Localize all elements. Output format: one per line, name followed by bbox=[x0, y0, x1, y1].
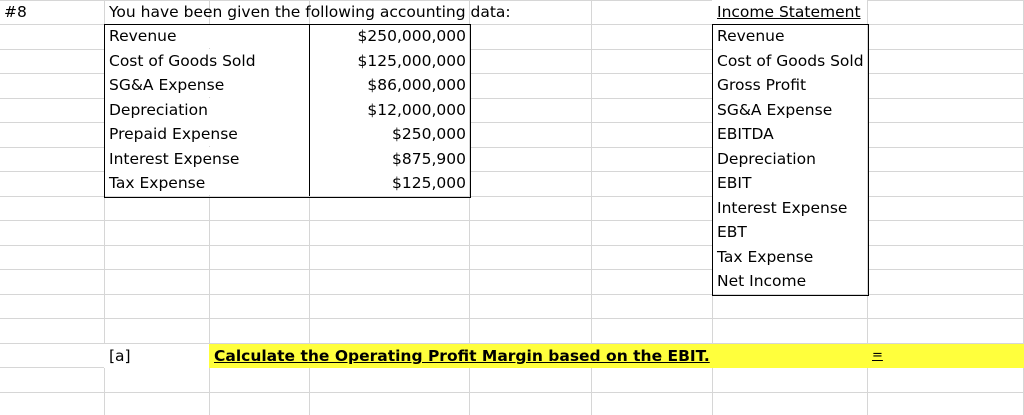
problem-number[interactable]: #8 bbox=[0, 0, 104, 24]
row-gridline bbox=[0, 269, 1024, 270]
income-statement-title[interactable]: Income Statement bbox=[712, 0, 867, 24]
accounting-data-border bbox=[104, 24, 471, 198]
question-label[interactable]: [a] bbox=[104, 344, 209, 368]
income-statement-border bbox=[712, 24, 869, 296]
row-gridline bbox=[0, 294, 1024, 295]
row-gridline bbox=[0, 245, 1024, 246]
row-gridline bbox=[0, 318, 1024, 319]
answer-cell[interactable]: = bbox=[872, 344, 883, 368]
row-gridline bbox=[0, 392, 1024, 393]
row-gridline bbox=[0, 220, 1024, 221]
question-text[interactable]: Calculate the Operating Profit Margin ba… bbox=[214, 344, 710, 368]
spreadsheet-grid: #8 You have been given the following acc… bbox=[0, 0, 1024, 415]
intro-text[interactable]: You have been given the following accoun… bbox=[104, 0, 534, 24]
accounting-data-divider bbox=[309, 24, 310, 196]
